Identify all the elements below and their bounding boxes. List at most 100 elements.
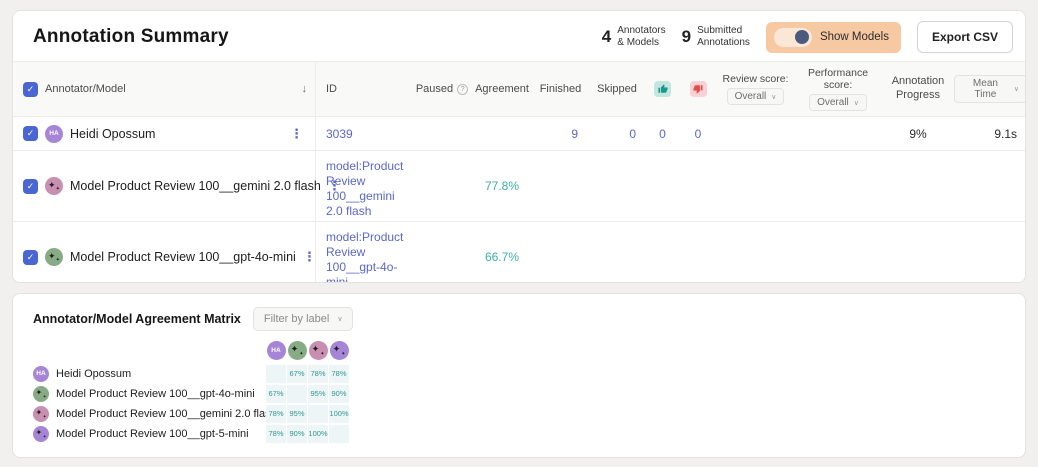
thumbs-up-cell: 0 — [646, 117, 679, 150]
thumbs-down-icon — [690, 81, 707, 97]
finished-cell: 9 — [533, 117, 588, 150]
show-models-label: Show Models — [820, 31, 889, 43]
annotator-name: Model Product Review 100__gpt-4o-mini — [70, 250, 296, 264]
col-thumbs-down — [679, 62, 717, 116]
sparkle-icon: ✦ — [299, 352, 303, 357]
model-avatar: ✦ ✦ — [45, 248, 63, 266]
model-avatar: ✦ ✦ — [45, 177, 63, 195]
matrix-cell: 90% — [329, 385, 349, 403]
annotation-summary-card: Annotation Summary 4 Annotators & Models… — [12, 10, 1026, 283]
agreement-cell: 77.8% — [471, 151, 533, 221]
matrix-cell: 78% — [329, 365, 349, 383]
model-avatar: ✦✦ — [309, 341, 328, 360]
sparkle-icon: ✦ — [43, 435, 47, 440]
id-link[interactable]: model:Product Review 100__gpt-4o-mini — [326, 230, 405, 283]
sparkle-icon: ✦ — [36, 409, 43, 417]
sparkle-icon: ✦ — [291, 345, 299, 355]
select-all-checkbox[interactable]: ✓ — [23, 82, 38, 97]
annotator-name: Heidi Opossum — [70, 127, 155, 141]
col-id: ID — [316, 62, 413, 116]
sparkle-icon: ✦ — [333, 345, 341, 355]
model-avatar: ✦✦ — [33, 386, 49, 402]
export-csv-button[interactable]: Export CSV — [917, 21, 1013, 53]
annotator-name: Model Product Review 100__gemini 2.0 fla… — [70, 179, 321, 193]
stat-submitted-annotations: 9 Submitted Annotations — [682, 25, 750, 50]
matrix-cell: 95% — [287, 405, 307, 423]
sparkle-icon: ✦ — [341, 352, 345, 357]
row-checkbox[interactable]: ✓ — [23, 250, 38, 265]
model-avatar: ✦✦ — [33, 426, 49, 442]
thumbs-down-cell: 0 — [679, 117, 717, 150]
check-icon: ✓ — [27, 252, 35, 263]
matrix-cell: 78% — [266, 425, 286, 443]
matrix-row: HA Heidi Opossum 67% 78% 78% — [33, 364, 1025, 383]
stat-submitted-label: Submitted Annotations — [697, 25, 750, 50]
chevron-down-icon: ∨ — [1014, 85, 1019, 93]
annotator-cell: ✓ ✦ ✦ Model Product Review 100__gpt-4o-m… — [13, 222, 316, 283]
matrix-cell — [308, 405, 328, 423]
performance-score-select[interactable]: Overall ∨ — [809, 94, 867, 111]
matrix-cell — [266, 365, 286, 383]
chevron-down-icon: ∨ — [854, 99, 859, 107]
chevron-down-icon: ∨ — [337, 315, 342, 323]
model-avatar: ✦✦ — [288, 341, 307, 360]
performance-score-cell — [794, 117, 882, 150]
help-icon[interactable]: ? — [457, 84, 468, 95]
table-header-row: ✓ Annotator/Model ↓ ID Paused ? Agreemen… — [13, 61, 1025, 116]
avatar: HA — [33, 366, 49, 382]
matrix-cell: 78% — [308, 365, 328, 383]
row-menu-button[interactable]: ⋮ — [303, 249, 316, 265]
row-checkbox[interactable]: ✓ — [23, 126, 38, 141]
sparkle-icon: ✦ — [43, 395, 47, 400]
sparkle-icon: ✦ — [48, 181, 56, 190]
check-icon: ✓ — [27, 181, 35, 192]
toggle-switch-icon[interactable] — [774, 28, 812, 47]
chevron-down-icon: ∨ — [771, 93, 776, 101]
row-checkbox[interactable]: ✓ — [23, 179, 38, 194]
stat-submitted-value: 9 — [682, 27, 691, 47]
check-icon: ✓ — [27, 84, 35, 95]
matrix-row-name: Heidi Opossum — [56, 368, 131, 380]
sort-descending-icon[interactable]: ↓ — [302, 83, 308, 95]
table-row: ✓ ✦ ✦ Model Product Review 100__gemini 2… — [13, 150, 1025, 221]
sparkle-icon: ✦ — [320, 352, 324, 357]
sparkle-icon: ✦ — [36, 389, 43, 397]
col-annotation-progress: AnnotationProgress — [882, 62, 954, 116]
matrix-row: ✦✦ Model Product Review 100__gemini 2.0 … — [33, 404, 1025, 423]
stat-annotators-value: 4 — [602, 27, 611, 47]
id-link[interactable]: 3039 — [326, 127, 353, 141]
matrix-row: ✦✦ Model Product Review 100__gpt-4o-mini… — [33, 384, 1025, 403]
col-paused: Paused ? — [413, 62, 471, 116]
table-row: ✓ ✦ ✦ Model Product Review 100__gpt-4o-m… — [13, 221, 1025, 283]
annotator-cell: ✓ ✦ ✦ Model Product Review 100__gemini 2… — [13, 151, 316, 221]
col-review-score: Review score: Overall ∨ — [717, 62, 794, 116]
model-avatar: ✦✦ — [33, 406, 49, 422]
show-models-toggle[interactable]: Show Models — [766, 22, 901, 53]
id-cell: model:Product Review 100__gpt-4o-mini — [316, 222, 413, 283]
annotator-cell: ✓ HA Heidi Opossum ⋮ — [13, 117, 316, 150]
col-annotator-model: ✓ Annotator/Model ↓ — [13, 62, 316, 116]
matrix-row: ✦✦ Model Product Review 100__gpt-5-mini … — [33, 424, 1025, 443]
thumbs-up-icon — [654, 81, 671, 97]
matrix-row-name: Model Product Review 100__gemini 2.0 fla… — [56, 408, 277, 420]
skipped-cell: 0 — [588, 117, 646, 150]
col-mean-time: Mean Time ∨ — [954, 62, 1026, 116]
agreement-matrix: HA ✦✦ ✦✦ ✦✦ HA Heidi Opossum 67% 78% 78%… — [13, 331, 1025, 443]
matrix-cell: 95% — [308, 385, 328, 403]
matrix-cell: 67% — [287, 365, 307, 383]
matrix-cell — [329, 425, 349, 443]
matrix-cell: 100% — [329, 405, 349, 423]
matrix-cell: 100% — [308, 425, 328, 443]
col-thumbs-up — [646, 62, 679, 116]
page-title: Annotation Summary — [33, 26, 229, 48]
agreement-cell — [471, 117, 533, 150]
avatar: HA — [267, 341, 286, 360]
mean-time-select[interactable]: Mean Time ∨ — [954, 75, 1026, 103]
matrix-cell: 90% — [287, 425, 307, 443]
mean-time-cell: 9.1s — [954, 117, 1026, 150]
filter-by-label-select[interactable]: Filter by label ∨ — [253, 307, 354, 331]
row-menu-button[interactable]: ⋮ — [290, 126, 303, 142]
review-score-select[interactable]: Overall ∨ — [727, 88, 785, 105]
id-link[interactable]: model:Product Review 100__gemini 2.0 fla… — [326, 159, 405, 219]
paused-cell — [413, 222, 471, 283]
